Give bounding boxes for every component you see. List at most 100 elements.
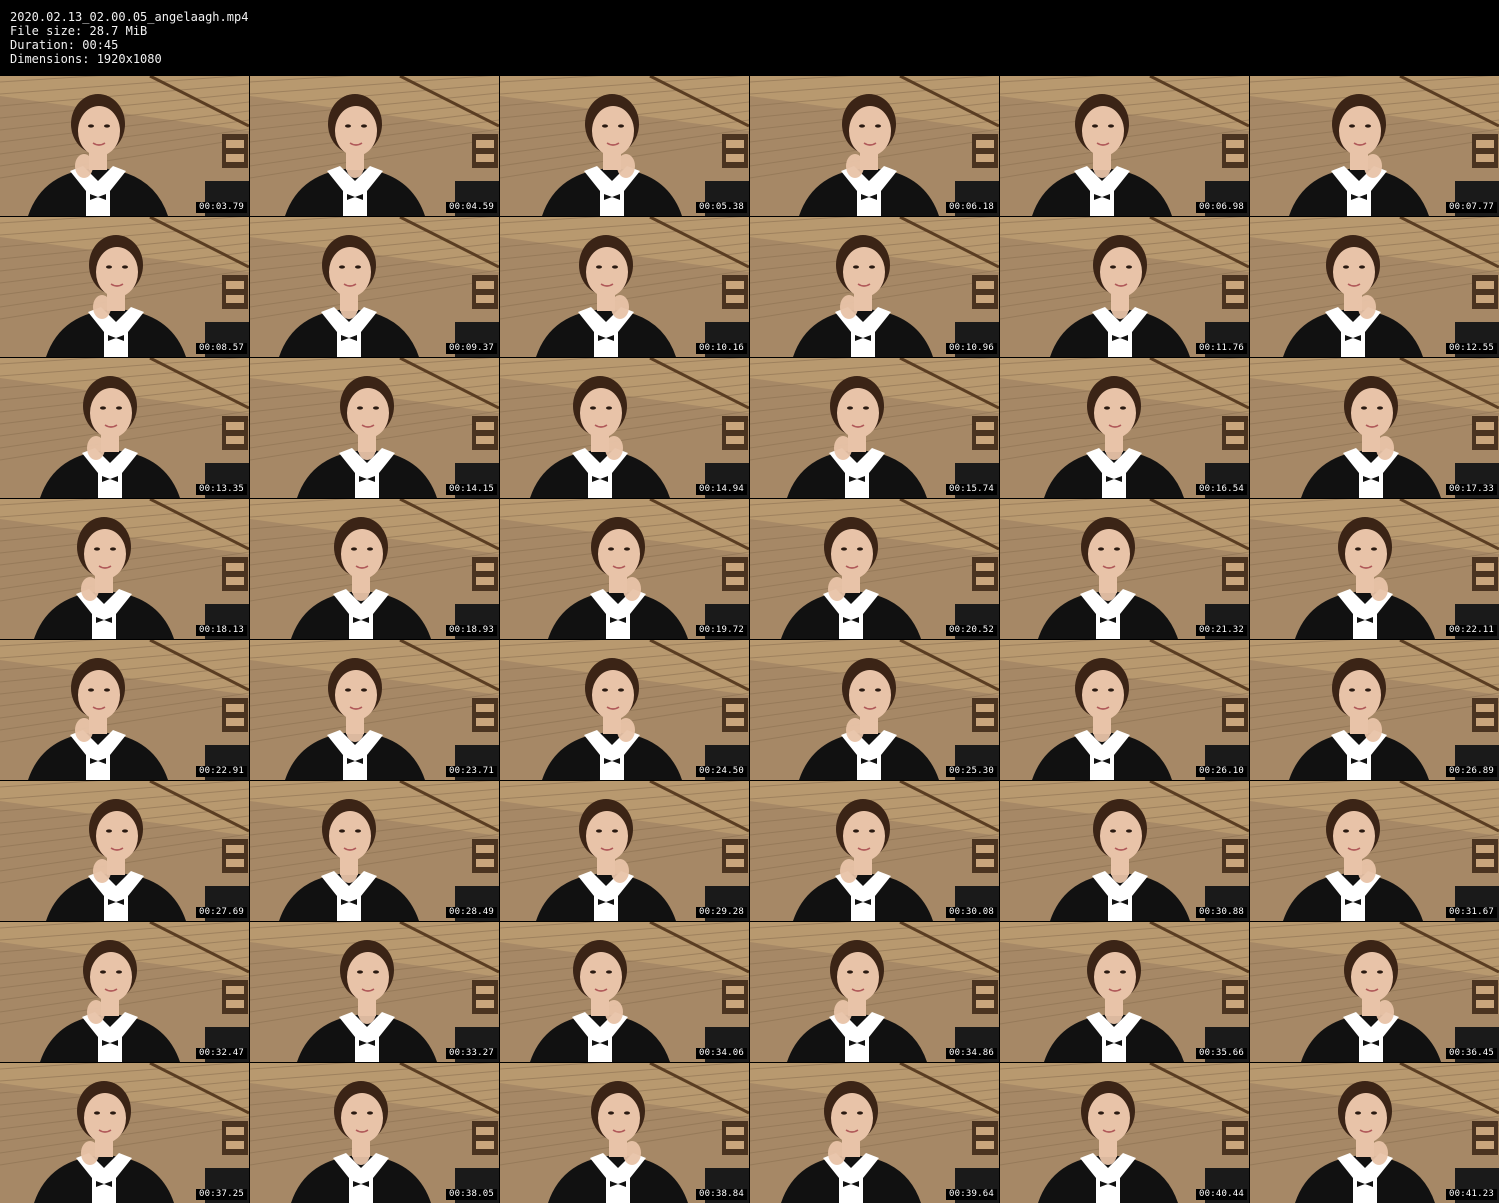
video-frame-thumbnail[interactable]: 00:14.94 <box>500 358 749 498</box>
video-frame-thumbnail[interactable]: 00:16.54 <box>1000 358 1249 498</box>
frame-timestamp: 00:41.23 <box>1446 1189 1497 1200</box>
video-frame-thumbnail[interactable]: 00:18.93 <box>250 499 499 639</box>
video-frame-thumbnail[interactable]: 00:08.57 <box>0 217 249 357</box>
video-frame-thumbnail[interactable]: 00:26.10 <box>1000 640 1249 780</box>
frame-image <box>500 358 749 498</box>
frame-timestamp: 00:23.71 <box>446 766 497 777</box>
frame-timestamp: 00:11.76 <box>1196 343 1247 354</box>
frame-image <box>1000 358 1249 498</box>
frame-timestamp: 00:18.93 <box>446 625 497 636</box>
video-frame-thumbnail[interactable]: 00:10.96 <box>750 217 999 357</box>
frame-timestamp: 00:20.52 <box>946 625 997 636</box>
video-frame-thumbnail[interactable]: 00:03.79 <box>0 76 249 216</box>
video-frame-thumbnail[interactable]: 00:29.28 <box>500 781 749 921</box>
frame-image <box>500 1063 749 1203</box>
video-frame-thumbnail[interactable]: 00:06.98 <box>1000 76 1249 216</box>
frame-image <box>1250 922 1499 1062</box>
video-frame-thumbnail[interactable]: 00:05.38 <box>500 76 749 216</box>
video-frame-thumbnail[interactable]: 00:32.47 <box>0 922 249 1062</box>
frame-image <box>1250 358 1499 498</box>
frame-image <box>750 1063 999 1203</box>
frame-timestamp: 00:34.86 <box>946 1048 997 1059</box>
video-frame-thumbnail[interactable]: 00:37.25 <box>0 1063 249 1203</box>
video-frame-thumbnail[interactable]: 00:38.84 <box>500 1063 749 1203</box>
video-frame-thumbnail[interactable]: 00:36.45 <box>1250 922 1499 1062</box>
frame-image <box>1250 1063 1499 1203</box>
frame-image <box>1250 781 1499 921</box>
frame-timestamp: 00:26.89 <box>1446 766 1497 777</box>
frame-timestamp: 00:13.35 <box>196 484 247 495</box>
video-frame-thumbnail[interactable]: 00:25.30 <box>750 640 999 780</box>
video-frame-thumbnail[interactable]: 00:19.72 <box>500 499 749 639</box>
frame-image <box>500 217 749 357</box>
frame-timestamp: 00:22.91 <box>196 766 247 777</box>
video-frame-thumbnail[interactable]: 00:41.23 <box>1250 1063 1499 1203</box>
frame-timestamp: 00:14.15 <box>446 484 497 495</box>
video-frame-thumbnail[interactable]: 00:21.32 <box>1000 499 1249 639</box>
frame-timestamp: 00:15.74 <box>946 484 997 495</box>
frame-image <box>750 640 999 780</box>
video-frame-thumbnail[interactable]: 00:12.55 <box>1250 217 1499 357</box>
frame-image <box>250 922 499 1062</box>
frame-timestamp: 00:21.32 <box>1196 625 1247 636</box>
frame-timestamp: 00:18.13 <box>196 625 247 636</box>
video-frame-thumbnail[interactable]: 00:13.35 <box>0 358 249 498</box>
frame-timestamp: 00:06.98 <box>1196 202 1247 213</box>
frame-timestamp: 00:37.25 <box>196 1189 247 1200</box>
video-frame-thumbnail[interactable]: 00:30.08 <box>750 781 999 921</box>
video-frame-thumbnail[interactable]: 00:33.27 <box>250 922 499 1062</box>
video-frame-thumbnail[interactable]: 00:22.11 <box>1250 499 1499 639</box>
frame-image <box>1250 76 1499 216</box>
video-frame-thumbnail[interactable]: 00:11.76 <box>1000 217 1249 357</box>
frame-timestamp: 00:16.54 <box>1196 484 1247 495</box>
frame-timestamp: 00:35.66 <box>1196 1048 1247 1059</box>
frame-timestamp: 00:24.50 <box>696 766 747 777</box>
frame-timestamp: 00:39.64 <box>946 1189 997 1200</box>
video-frame-thumbnail[interactable]: 00:04.59 <box>250 76 499 216</box>
frame-timestamp: 00:10.96 <box>946 343 997 354</box>
frame-image <box>1250 499 1499 639</box>
video-frame-thumbnail[interactable]: 00:26.89 <box>1250 640 1499 780</box>
frame-image <box>500 640 749 780</box>
frame-timestamp: 00:07.77 <box>1446 202 1497 213</box>
video-frame-thumbnail[interactable]: 00:28.49 <box>250 781 499 921</box>
frame-timestamp: 00:30.88 <box>1196 907 1247 918</box>
frame-image <box>1000 640 1249 780</box>
frame-image <box>1000 217 1249 357</box>
frame-timestamp: 00:36.45 <box>1446 1048 1497 1059</box>
video-frame-thumbnail[interactable]: 00:39.64 <box>750 1063 999 1203</box>
video-frame-thumbnail[interactable]: 00:30.88 <box>1000 781 1249 921</box>
frame-image <box>0 217 249 357</box>
video-frame-thumbnail[interactable]: 00:10.16 <box>500 217 749 357</box>
frame-timestamp: 00:09.37 <box>446 343 497 354</box>
filename-label: 2020.02.13_02.00.05_angelaagh.mp4 <box>10 10 249 24</box>
frame-timestamp: 00:25.30 <box>946 766 997 777</box>
video-frame-thumbnail[interactable]: 00:17.33 <box>1250 358 1499 498</box>
video-frame-thumbnail[interactable]: 00:24.50 <box>500 640 749 780</box>
video-frame-thumbnail[interactable]: 00:35.66 <box>1000 922 1249 1062</box>
video-frame-thumbnail[interactable]: 00:14.15 <box>250 358 499 498</box>
frame-timestamp: 00:04.59 <box>446 202 497 213</box>
video-frame-thumbnail[interactable]: 00:22.91 <box>0 640 249 780</box>
frame-image <box>0 640 249 780</box>
video-frame-thumbnail[interactable]: 00:27.69 <box>0 781 249 921</box>
video-frame-thumbnail[interactable]: 00:40.44 <box>1000 1063 1249 1203</box>
video-frame-thumbnail[interactable]: 00:31.67 <box>1250 781 1499 921</box>
duration-label: Duration: 00:45 <box>10 38 119 52</box>
video-frame-thumbnail[interactable]: 00:23.71 <box>250 640 499 780</box>
video-frame-thumbnail[interactable]: 00:07.77 <box>1250 76 1499 216</box>
video-frame-thumbnail[interactable]: 00:38.05 <box>250 1063 499 1203</box>
video-frame-thumbnail[interactable]: 00:20.52 <box>750 499 999 639</box>
frame-image <box>500 499 749 639</box>
frame-timestamp: 00:33.27 <box>446 1048 497 1059</box>
video-frame-thumbnail[interactable]: 00:34.06 <box>500 922 749 1062</box>
frame-image <box>500 76 749 216</box>
video-frame-thumbnail[interactable]: 00:15.74 <box>750 358 999 498</box>
frame-image <box>0 358 249 498</box>
video-frame-thumbnail[interactable]: 00:06.18 <box>750 76 999 216</box>
frame-timestamp: 00:17.33 <box>1446 484 1497 495</box>
video-frame-thumbnail[interactable]: 00:18.13 <box>0 499 249 639</box>
frame-image <box>1000 781 1249 921</box>
video-frame-thumbnail[interactable]: 00:09.37 <box>250 217 499 357</box>
video-frame-thumbnail[interactable]: 00:34.86 <box>750 922 999 1062</box>
